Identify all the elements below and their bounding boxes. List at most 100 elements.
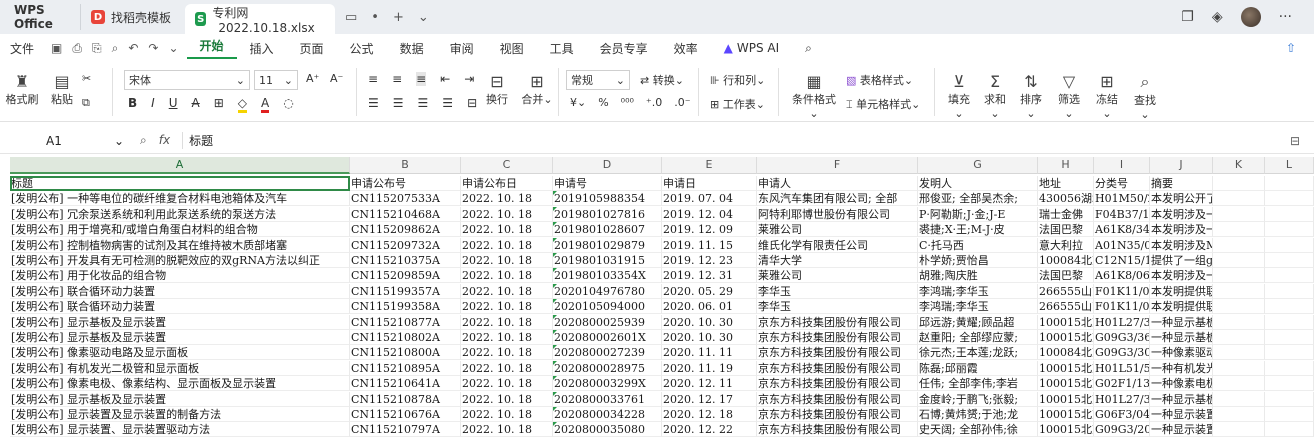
tab-screen-icon[interactable]: ▭ — [345, 10, 357, 25]
cell-a1[interactable]: 标题 — [10, 176, 350, 191]
cell-c15[interactable]: 2022. 10. 18 — [461, 391, 553, 407]
cut-icon[interactable]: ✂ — [82, 72, 91, 85]
cell-i13[interactable]: H01L51/50 — [1094, 360, 1150, 376]
cell-c13[interactable]: 2022. 10. 18 — [461, 360, 553, 376]
cell-c1[interactable]: 申请公布日 — [461, 176, 553, 191]
cell-k2[interactable] — [1213, 191, 1265, 207]
fx-icon[interactable]: fx — [159, 133, 170, 148]
bold-icon[interactable]: B — [128, 96, 137, 113]
cell-b5[interactable]: CN115209732A — [350, 237, 461, 253]
cell-f12[interactable]: 京东方科技集团股份有限公司 — [757, 345, 918, 361]
cell-b14[interactable]: CN115210641A — [350, 376, 461, 392]
cell-c16[interactable]: 2022. 10. 18 — [461, 407, 553, 422]
cell-l4[interactable] — [1265, 222, 1314, 238]
column-header-d[interactable]: D — [553, 157, 662, 174]
cell-style-button[interactable]: ⌶ 单元格样式⌄ — [846, 96, 920, 112]
column-header-l[interactable]: L — [1265, 157, 1314, 174]
cell-h4[interactable]: 法国巴黎 — [1038, 222, 1094, 238]
format-painter-button[interactable]: ♜ 格式刷 — [4, 72, 40, 107]
cell-b11[interactable]: CN115210802A — [350, 330, 461, 345]
cell-d5[interactable]: 2019801029879 — [553, 237, 662, 253]
menu-file[interactable]: 文件 — [0, 40, 47, 57]
formula-input[interactable]: 标题 — [182, 132, 213, 149]
cell-g16[interactable]: 石博;黄炜赟;于池;龙 — [918, 407, 1038, 422]
cell-e7[interactable]: 2019. 12. 31 — [662, 268, 757, 284]
menu-wps-ai[interactable]: ▲ WPS AI — [711, 41, 793, 55]
cell-i3[interactable]: F04B37/14 — [1094, 206, 1150, 222]
percent-icon[interactable]: % — [598, 96, 608, 109]
cell-e13[interactable]: 2020. 11. 19 — [662, 360, 757, 376]
cell-a15[interactable]: [发明公布] 显示基板及显示装置 — [10, 391, 350, 407]
cell-j11[interactable]: 一种显示基板及显示装置, — [1150, 330, 1213, 345]
cell-k10[interactable] — [1213, 314, 1265, 330]
cell-e1[interactable]: 申请日 — [662, 176, 757, 191]
cell-l8[interactable] — [1265, 283, 1314, 299]
outdent-icon[interactable]: ⇤ — [440, 72, 450, 86]
cell-j13[interactable]: 一种有机发光二极管和显示 — [1150, 360, 1213, 376]
find-button[interactable]: ⌕ 查找⌄ — [1130, 72, 1160, 121]
cell-e5[interactable]: 2019. 11. 15 — [662, 237, 757, 253]
cell-g3[interactable]: P·阿勒斯;J·金;J-E — [918, 206, 1038, 222]
font-color-icon[interactable]: A — [261, 96, 270, 113]
column-header-a[interactable]: A — [10, 157, 350, 174]
cell-a8[interactable]: [发明公布] 联合循环动力装置 — [10, 283, 350, 299]
cell-f13[interactable]: 京东方科技集团股份有限公司 — [757, 360, 918, 376]
cell-l11[interactable] — [1265, 330, 1314, 345]
decrease-decimal-icon[interactable]: .0⁻ — [674, 96, 690, 109]
cell-h17[interactable]: 100015北京 — [1038, 422, 1094, 437]
cell-f7[interactable]: 莱雅公司 — [757, 268, 918, 284]
more-icon[interactable]: ··· — [1279, 9, 1292, 25]
align-middle-icon[interactable]: ≡ — [392, 72, 402, 86]
cell-f10[interactable]: 京东方科技集团股份有限公司 — [757, 314, 918, 330]
cell-i11[interactable]: G09G3/36 — [1094, 330, 1150, 345]
cell-l16[interactable] — [1265, 407, 1314, 422]
cell-f3[interactable]: 阿特利耶博世股份有限公司 — [757, 206, 918, 222]
cell-k4[interactable] — [1213, 222, 1265, 238]
freeze-button[interactable]: ⊞ 冻结⌄ — [1092, 72, 1122, 120]
cell-j8[interactable]: 本发明提供联合循环动力装 — [1150, 283, 1213, 299]
cell-h8[interactable]: 266555山东 — [1038, 283, 1094, 299]
align-left-icon[interactable]: ☰ — [368, 96, 379, 110]
menu-search-icon[interactable]: ⌕ — [792, 41, 825, 56]
column-header-k[interactable]: K — [1213, 157, 1265, 174]
cell-g2[interactable]: 邢俊亚; 全部吴杰余; — [918, 191, 1038, 207]
cell-i5[interactable]: A01N35/06 — [1094, 237, 1150, 253]
new-tab-icon[interactable]: + — [393, 10, 404, 25]
cell-a14[interactable]: [发明公布] 像素电极、像素结构、显示面板及显示装置 — [10, 376, 350, 392]
tab-wps-home[interactable]: WPS Office — [0, 3, 80, 31]
menu-review[interactable]: 审阅 — [437, 40, 487, 57]
name-box[interactable]: A1 ⌄ — [0, 134, 130, 148]
undo-icon[interactable]: ↶ — [128, 41, 138, 56]
thousands-icon[interactable]: ⁰⁰⁰ — [621, 96, 634, 109]
cell-j15[interactable]: 一种显示基板 (910), 包括: — [1150, 391, 1213, 407]
cell-g1[interactable]: 发明人 — [918, 176, 1038, 191]
cell-k11[interactable] — [1213, 330, 1265, 345]
underline-icon[interactable]: U — [169, 96, 178, 113]
cell-e6[interactable]: 2019. 12. 23 — [662, 253, 757, 268]
fill-button[interactable]: ⊻ 填充⌄ — [944, 72, 974, 120]
cell-g8[interactable]: 李鸿瑞;李华玉 — [918, 283, 1038, 299]
preview-icon[interactable]: ⌕ — [112, 41, 119, 56]
cell-d15[interactable]: 2020800033761 — [553, 391, 662, 407]
cell-a16[interactable]: [发明公布] 显示装置及显示装置的制备方法 — [10, 407, 350, 422]
cell-j12[interactable]: 一种像素驱动电路及显示面 — [1150, 345, 1213, 361]
redo-icon[interactable]: ↷ — [148, 41, 158, 56]
tab-spreadsheet[interactable]: S 专利网_2022.10.18.xlsx — [185, 4, 335, 35]
align-center-icon[interactable]: ☰ — [393, 96, 404, 110]
cell-e15[interactable]: 2020. 12. 17 — [662, 391, 757, 407]
cell-h3[interactable]: 瑞士金佛 — [1038, 206, 1094, 222]
cell-c4[interactable]: 2022. 10. 18 — [461, 222, 553, 238]
cell-i2[interactable]: H01M50/20 — [1094, 191, 1150, 207]
cell-g5[interactable]: C·托马西 — [918, 237, 1038, 253]
filter-button[interactable]: ▽ 筛选⌄ — [1054, 72, 1084, 120]
cell-a13[interactable]: [发明公布] 有机发光二极管和显示面板 — [10, 360, 350, 376]
cell-f11[interactable]: 京东方科技集团股份有限公司 — [757, 330, 918, 345]
merge-button[interactable]: ⊞ 合并⌄ — [520, 72, 554, 107]
cell-l17[interactable] — [1265, 422, 1314, 437]
cell-c8[interactable]: 2022. 10. 18 — [461, 283, 553, 299]
cell-a12[interactable]: [发明公布] 像素驱动电路及显示面板 — [10, 345, 350, 361]
cell-a3[interactable]: [发明公布] 冗余泵送系统和利用此泵送系统的泵送方法 — [10, 206, 350, 222]
cell-h11[interactable]: 100015北京 — [1038, 330, 1094, 345]
cell-k8[interactable] — [1213, 283, 1265, 299]
cell-j14[interactable]: 一种像素电极 (10, 20)、像 — [1150, 376, 1213, 392]
